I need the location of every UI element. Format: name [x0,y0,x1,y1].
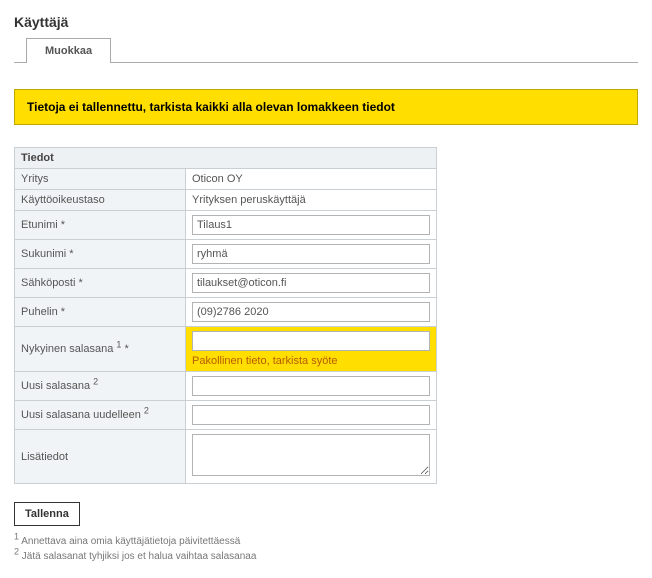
label-notes: Lisätiedot [15,430,186,484]
label-company: Yritys [15,169,186,190]
footnote-2: Jätä salasanat tyhjiksi jos et halua vai… [22,551,257,562]
label-access-level: Käyttöoikeustaso [15,190,186,211]
label-email: Sähköposti * [15,269,186,298]
input-email[interactable] [192,273,430,293]
value-access-level: Yrityksen peruskäyttäjä [192,194,306,206]
label-phone: Puhelin * [15,298,186,327]
label-last-name: Sukunimi * [15,240,186,269]
label-new-password: Uusi salasana 2 [15,372,186,401]
error-current-password: Pakollinen tieto, tarkista syöte [192,355,338,367]
page-title: Käyttäjä [14,14,638,30]
validation-alert: Tietoja ei tallennettu, tarkista kaikki … [14,89,638,125]
tab-bar: Muokkaa [14,38,638,63]
value-company: Oticon OY [192,173,243,185]
input-current-password[interactable] [192,331,430,351]
input-last-name[interactable] [192,244,430,264]
footnotes: 1 Annettava aina omia käyttäjätietoja pä… [14,534,638,564]
label-current-password: Nykyinen salasana 1 * [15,327,186,372]
save-button[interactable]: Tallenna [14,502,80,526]
input-phone[interactable] [192,302,430,322]
section-header: Tiedot [15,148,437,169]
input-notes[interactable] [192,434,430,476]
label-confirm-password: Uusi salasana uudelleen 2 [15,401,186,430]
input-new-password[interactable] [192,376,430,396]
user-form-table: Tiedot Yritys Oticon OY Käyttöoikeustaso… [14,147,437,484]
label-first-name: Etunimi * [15,211,186,240]
input-first-name[interactable] [192,215,430,235]
input-confirm-password[interactable] [192,405,430,425]
tab-edit[interactable]: Muokkaa [26,38,111,63]
footnote-1: Annettava aina omia käyttäjätietoja päiv… [21,536,240,547]
